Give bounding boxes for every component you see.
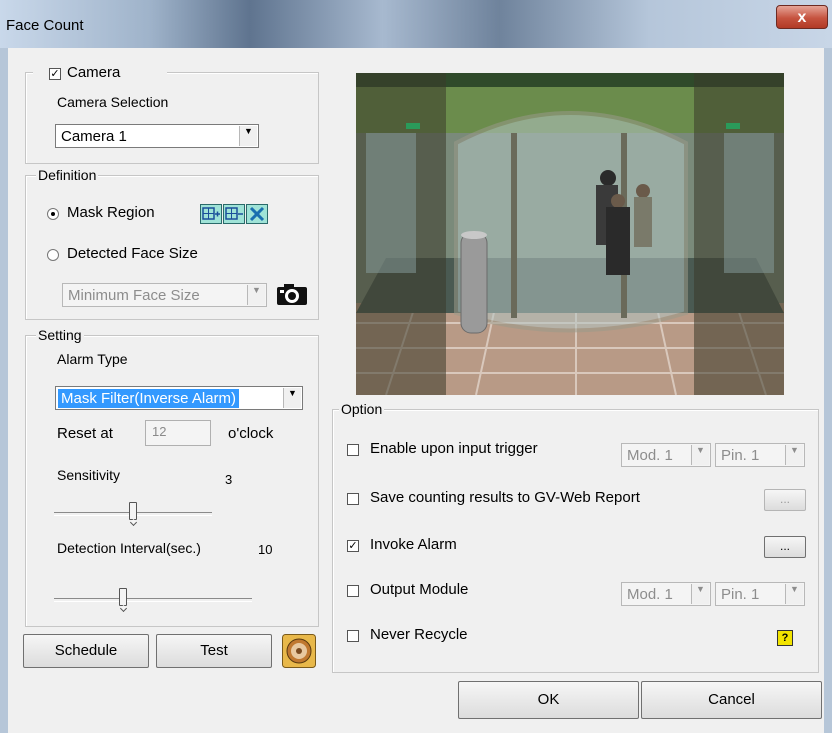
invoke-alarm-label: Invoke Alarm [370, 536, 457, 553]
definition-legend: Definition [36, 167, 99, 183]
save-counting-checkbox[interactable] [347, 493, 359, 505]
chevron-down-icon: ▼ [247, 285, 265, 305]
camera-checkbox-label: Camera [67, 64, 121, 81]
output-module-select[interactable]: Mod. 1 ▼ [621, 582, 711, 606]
face-size-select[interactable]: Minimum Face Size ▼ [62, 283, 267, 307]
ok-button[interactable]: OK [458, 681, 639, 719]
clear-mask-icon[interactable] [246, 204, 268, 224]
reset-at-label: Reset at [57, 425, 113, 442]
save-counting-label: Save counting results to GV-Web Report [370, 489, 640, 506]
speaker-icon[interactable] [282, 634, 316, 668]
alarm-type-label: Alarm Type [57, 351, 128, 367]
camera-select[interactable]: Camera 1 ▼ [55, 124, 259, 148]
output-module-label: Output Module [370, 581, 469, 598]
camera-preview [356, 73, 784, 396]
chevron-down-icon: ▼ [785, 584, 803, 604]
trigger-pin-value: Pin. 1 [721, 447, 760, 464]
window-frame-left [0, 48, 8, 733]
test-button[interactable]: Test [156, 634, 272, 668]
chevron-down-icon: ▼ [691, 445, 709, 465]
add-mask-icon[interactable] [200, 204, 222, 224]
enable-input-trigger-label: Enable upon input trigger [370, 440, 538, 457]
never-recycle-label: Never Recycle [370, 626, 468, 643]
face-size-select-value: Minimum Face Size [68, 287, 200, 304]
window-frame-right [824, 48, 832, 733]
output-module-value: Mod. 1 [627, 586, 673, 603]
output-module-checkbox[interactable] [347, 585, 359, 597]
camera-selection-label: Camera Selection [57, 94, 169, 110]
never-recycle-checkbox[interactable] [347, 630, 359, 642]
cancel-button[interactable]: Cancel [641, 681, 822, 719]
camera-snapshot-icon[interactable] [276, 282, 308, 306]
mask-region-radio[interactable] [47, 208, 59, 220]
detection-interval-label: Detection Interval(sec.) [57, 540, 201, 556]
sensitivity-value: 3 [225, 472, 233, 487]
output-pin-value: Pin. 1 [721, 586, 760, 603]
camera-select-value: Camera 1 [61, 128, 127, 145]
window-title: Face Count [6, 17, 84, 34]
camera-checkbox[interactable]: ✓ [49, 68, 61, 80]
camera-group [25, 72, 319, 164]
detection-interval-slider-thumb[interactable] [119, 588, 128, 606]
schedule-button[interactable]: Schedule [23, 634, 149, 668]
alarm-type-select[interactable]: Mask Filter(Inverse Alarm) ▼ [55, 386, 303, 410]
chevron-down-icon: ▼ [239, 126, 257, 146]
output-pin-select[interactable]: Pin. 1 ▼ [715, 582, 805, 606]
oclock-label: o'clock [228, 425, 274, 442]
setting-legend: Setting [36, 327, 84, 343]
chevron-down-icon: ▼ [785, 445, 803, 465]
sensitivity-label: Sensitivity [57, 467, 121, 483]
alarm-type-select-value: Mask Filter(Inverse Alarm) [58, 389, 240, 408]
close-button[interactable]: x [776, 5, 828, 29]
enable-input-trigger-checkbox[interactable] [347, 444, 359, 456]
mask-region-label: Mask Region [67, 204, 155, 221]
help-icon[interactable]: ? [777, 630, 793, 646]
invoke-alarm-settings-button[interactable]: ... [764, 536, 806, 558]
title-bar [0, 0, 832, 48]
detection-interval-slider-track[interactable] [54, 598, 252, 602]
reset-at-field[interactable]: 12 [145, 420, 211, 446]
detected-face-size-label: Detected Face Size [67, 245, 198, 262]
trigger-module-value: Mod. 1 [627, 447, 673, 464]
option-legend: Option [339, 401, 385, 417]
detection-interval-value: 10 [258, 542, 273, 557]
detected-face-size-radio[interactable] [47, 249, 59, 261]
trigger-pin-select[interactable]: Pin. 1 ▼ [715, 443, 805, 467]
sensitivity-slider-thumb[interactable] [129, 502, 137, 520]
invoke-alarm-checkbox[interactable]: ✓ [347, 540, 359, 552]
chevron-down-icon: ▼ [283, 388, 301, 408]
remove-mask-icon[interactable] [223, 204, 245, 224]
save-counting-browse-button[interactable]: ... [764, 489, 806, 511]
trigger-module-select[interactable]: Mod. 1 ▼ [621, 443, 711, 467]
chevron-down-icon: ▼ [691, 584, 709, 604]
